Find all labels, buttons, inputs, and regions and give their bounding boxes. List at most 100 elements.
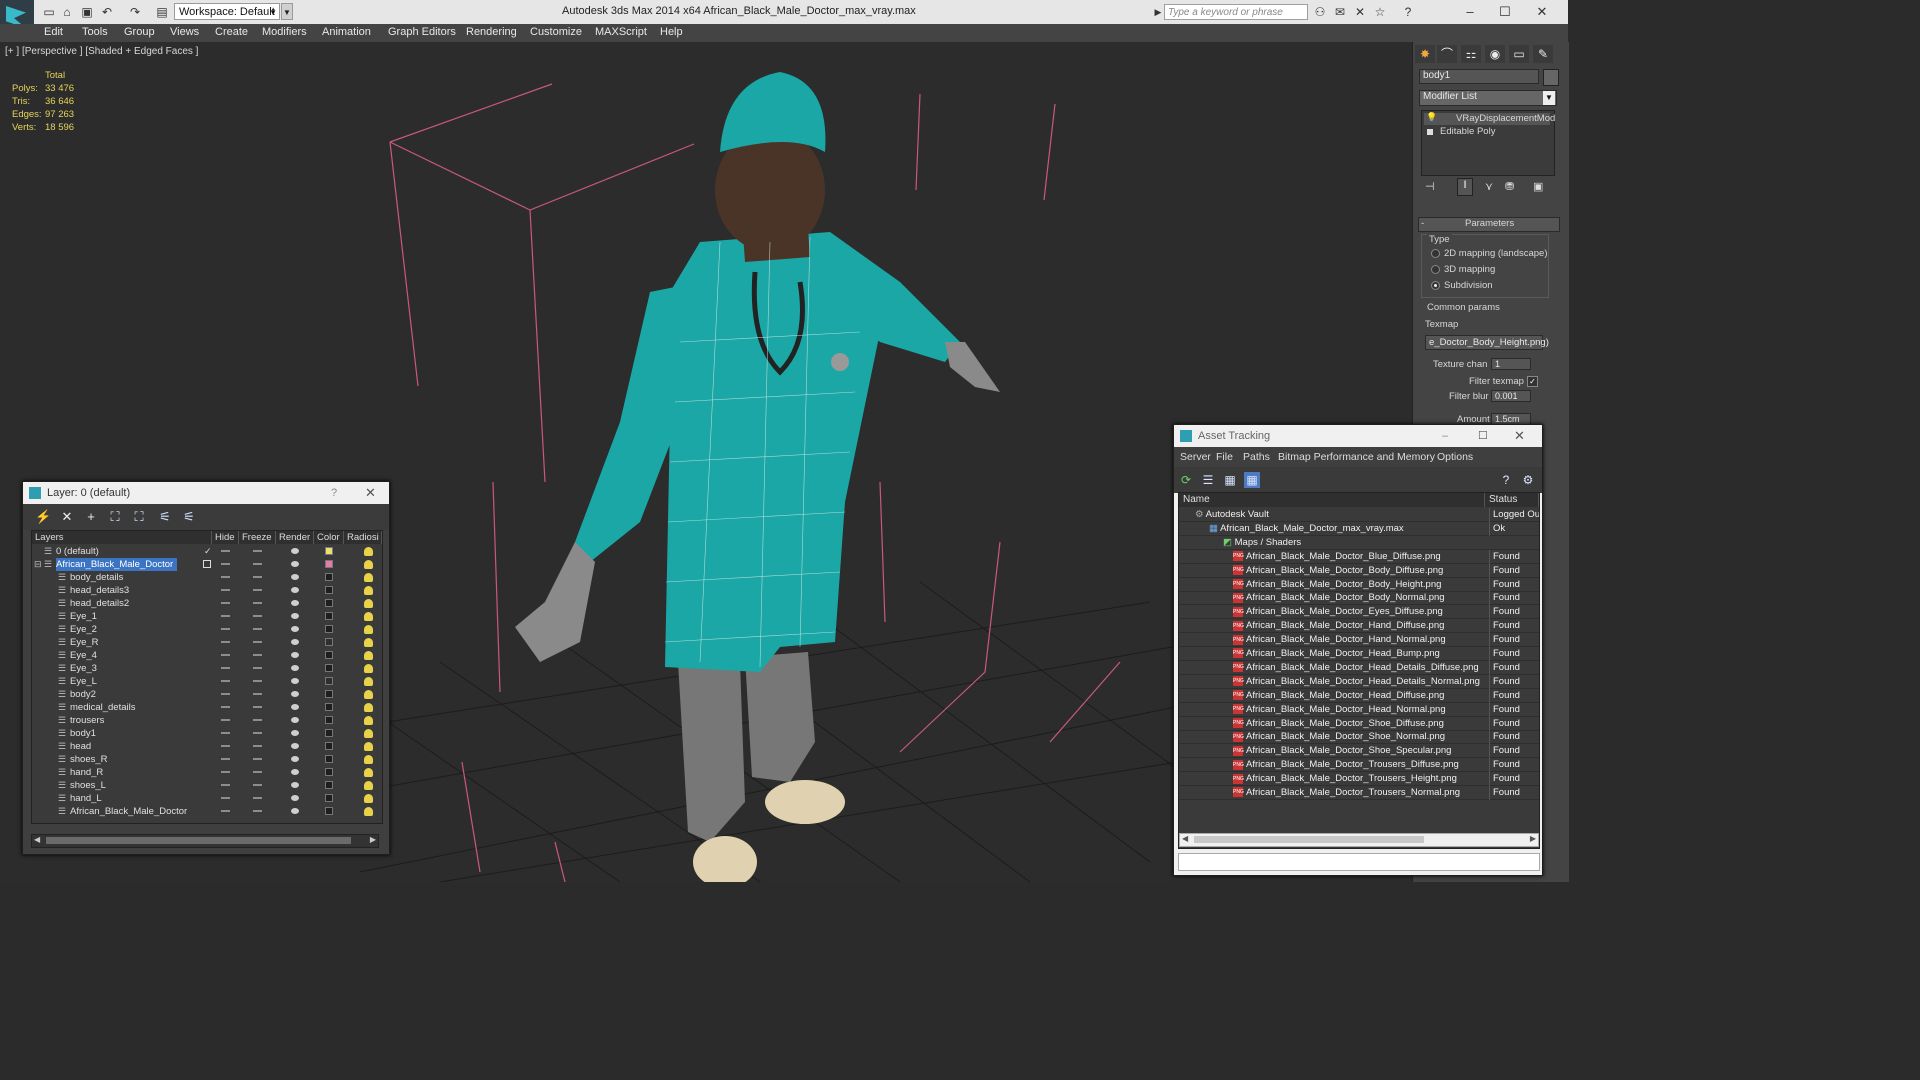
close-button[interactable]: ✕ (365, 482, 376, 504)
object-color-swatch[interactable] (1543, 69, 1559, 86)
hide-toggle[interactable] (221, 745, 230, 747)
hide-toggle[interactable] (221, 628, 230, 630)
asset-window-titlebar[interactable]: Asset Tracking – ☐ ✕ (1174, 425, 1542, 447)
layer-row[interactable]: ☰ Eye_1 (32, 610, 382, 623)
layer-color-swatch[interactable] (325, 625, 333, 633)
scroll-right-icon[interactable]: ▶ (370, 835, 376, 844)
freeze-toggle[interactable] (253, 758, 262, 760)
layer-row[interactable]: ☰ shoes_L (32, 779, 382, 792)
layer-name[interactable]: 0 (default) (56, 545, 103, 558)
layer-color-swatch[interactable] (325, 547, 333, 555)
layer-row[interactable]: ☰ body2 (32, 688, 382, 701)
layer-color-swatch[interactable] (325, 781, 333, 789)
render-teapot-icon[interactable] (291, 626, 299, 632)
asset-row[interactable]: PNG African_Black_Male_Doctor_Shoe_Specul… (1179, 744, 1539, 759)
display-tab-icon[interactable]: ▭ (1509, 45, 1529, 63)
col-freeze[interactable]: Freeze (239, 531, 276, 544)
delete-layer-icon[interactable]: ✕ (59, 509, 75, 525)
expand-icon[interactable] (1427, 129, 1433, 135)
asset-menu-bitmap-performance-and-memory[interactable]: Bitmap Performance and Memory (1278, 447, 1435, 467)
asset-row[interactable]: PNG African_Black_Male_Doctor_Head_Detail… (1179, 674, 1539, 689)
close-button[interactable]: ✕ (1514, 425, 1525, 447)
maximize-button[interactable]: ☐ (1478, 425, 1488, 447)
layer-row[interactable]: ⊟ ☰ African_Black_Male_Doctor (32, 558, 382, 571)
col-name[interactable]: Name (1179, 493, 1485, 507)
menu-item-group[interactable]: Group (124, 26, 155, 38)
freeze-toggle[interactable] (253, 667, 262, 669)
hide-toggle[interactable] (221, 758, 230, 760)
hide-toggle[interactable] (221, 693, 230, 695)
hide-toggle[interactable] (221, 784, 230, 786)
freeze-toggle[interactable] (253, 641, 262, 643)
asset-row[interactable]: PNG African_Black_Male_Doctor_Trousers_No… (1179, 786, 1539, 800)
layer-row[interactable]: ☰ body1 (32, 727, 382, 740)
col-render[interactable]: Render (276, 531, 314, 544)
layer-name[interactable]: head_details2 (70, 597, 133, 610)
hide-toggle[interactable] (221, 810, 230, 812)
undo-icon[interactable]: ↶ (100, 5, 114, 19)
asset-row[interactable]: ▦ African_Black_Male_Doctor_max_vray.max… (1179, 521, 1539, 536)
asset-row[interactable]: PNG African_Black_Male_Doctor_Body_Height… (1179, 577, 1539, 592)
workspace-dropdown[interactable]: Workspace: Default ▼ (174, 3, 280, 20)
utilities-tab-icon[interactable]: ✎ (1533, 45, 1553, 63)
asset-row[interactable]: PNG African_Black_Male_Doctor_Head_Diffus… (1179, 688, 1539, 703)
remove-modifier-icon[interactable]: ⛃ (1505, 180, 1514, 193)
radiosity-icon[interactable] (364, 573, 373, 582)
freeze-toggle[interactable] (253, 615, 262, 617)
create-tab-icon[interactable]: ✸ (1415, 45, 1435, 63)
asset-row[interactable]: PNG African_Black_Male_Doctor_Blue_Diffus… (1179, 549, 1539, 564)
exchange-icon[interactable]: ✕ (1353, 5, 1367, 19)
render-teapot-icon[interactable] (291, 717, 299, 723)
stack-item-editable-poly[interactable]: Editable Poly (1424, 126, 1550, 138)
layer-color-swatch[interactable] (325, 807, 333, 815)
layer-color-swatch[interactable] (325, 768, 333, 776)
layer-name[interactable]: medical_details (70, 701, 139, 714)
layer-window-titlebar[interactable]: Layer: 0 (default) ? ✕ (23, 482, 389, 504)
asset-row[interactable]: PNG African_Black_Male_Doctor_Trousers_Di… (1179, 758, 1539, 773)
freeze-toggle[interactable] (253, 797, 262, 799)
layer-name[interactable]: Eye_3 (70, 662, 101, 675)
hide-toggle[interactable] (221, 576, 230, 578)
parameters-rollout-header[interactable]: - Parameters (1418, 217, 1560, 232)
layer-row[interactable]: ☰ medical_details (32, 701, 382, 714)
render-teapot-icon[interactable] (291, 652, 299, 658)
filter-blur-spinner[interactable]: 0.001 (1491, 390, 1531, 402)
render-teapot-icon[interactable] (291, 756, 299, 762)
layer-row[interactable]: ☰ body_details (32, 571, 382, 584)
render-teapot-icon[interactable] (291, 782, 299, 788)
menu-item-maxscript[interactable]: MAXScript (595, 26, 647, 38)
menu-item-help[interactable]: Help (660, 26, 683, 38)
freeze-toggle[interactable] (253, 589, 262, 591)
hide-toggle[interactable] (221, 641, 230, 643)
open-file-icon[interactable]: ⌂ (60, 5, 74, 19)
hide-toggle[interactable] (221, 602, 230, 604)
settings-icon[interactable]: ⚙ (1520, 472, 1536, 488)
layer-row[interactable]: ☰ Eye_4 (32, 649, 382, 662)
viewport-label[interactable]: [+ ] [Perspective ] [Shaded + Edged Face… (5, 46, 198, 57)
render-teapot-icon[interactable] (291, 769, 299, 775)
hide-toggle[interactable] (221, 771, 230, 773)
help-icon[interactable]: ? (1498, 472, 1514, 488)
render-teapot-icon[interactable] (291, 678, 299, 684)
radio-3d-mapping[interactable] (1431, 265, 1440, 274)
layer-name[interactable]: head (70, 740, 95, 753)
freeze-toggle[interactable] (253, 550, 262, 552)
menu-item-views[interactable]: Views (170, 26, 199, 38)
layer-color-swatch[interactable] (325, 729, 333, 737)
render-teapot-icon[interactable] (291, 639, 299, 645)
layer-color-swatch[interactable] (325, 651, 333, 659)
hide-toggle[interactable] (221, 732, 230, 734)
scroll-left-icon[interactable]: ◀ (1182, 834, 1188, 843)
create-layer-icon[interactable]: ⚡ (35, 509, 51, 525)
radiosity-icon[interactable] (364, 599, 373, 608)
layer-row[interactable]: ☰ hand_R (32, 766, 382, 779)
hide-toggle[interactable] (221, 615, 230, 617)
col-color[interactable]: Color (314, 531, 344, 544)
radiosity-icon[interactable] (364, 729, 373, 738)
radiosity-icon[interactable] (364, 625, 373, 634)
menu-item-animation[interactable]: Animation (322, 26, 371, 38)
menu-item-tools[interactable]: Tools (82, 26, 108, 38)
freeze-toggle[interactable] (253, 576, 262, 578)
render-teapot-icon[interactable] (291, 587, 299, 593)
render-teapot-icon[interactable] (291, 795, 299, 801)
